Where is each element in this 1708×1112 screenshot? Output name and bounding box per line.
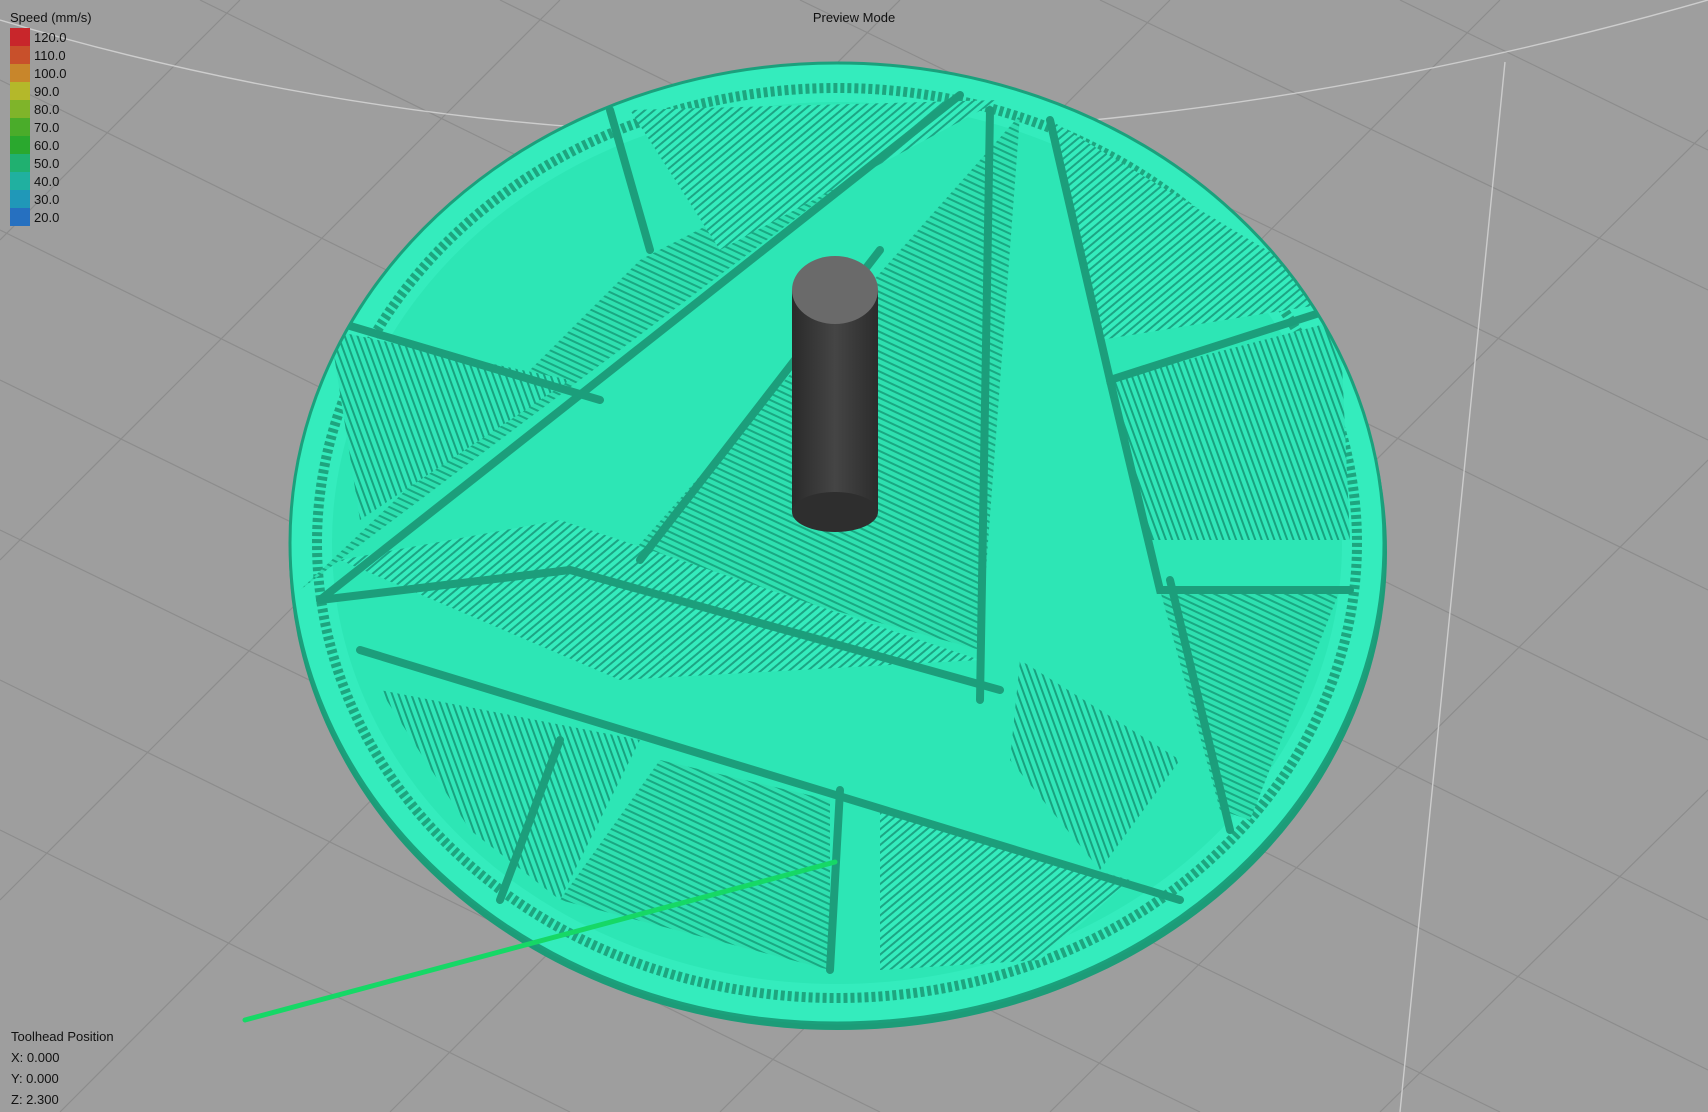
- legend-item: 90.0: [10, 82, 92, 100]
- legend-swatch: [10, 118, 30, 136]
- legend-label: 70.0: [34, 119, 60, 135]
- legend-swatch: [10, 172, 30, 190]
- legend-item: 120.0: [10, 28, 92, 46]
- legend-item: 50.0: [10, 154, 92, 172]
- legend-label: 120.0: [34, 29, 67, 45]
- legend-label: 100.0: [34, 65, 67, 81]
- toolhead-title: Toolhead Position: [11, 1029, 114, 1044]
- legend-label: 80.0: [34, 101, 60, 117]
- printed-disc: [288, 61, 1387, 1030]
- legend-list: 120.0 110.0 100.0 90.0 80.0 70.0 60.0 50.0 40.0 3…: [10, 28, 92, 226]
- legend-label: 60.0: [34, 137, 60, 153]
- legend-swatch: [10, 82, 30, 100]
- legend-item: 100.0: [10, 64, 92, 82]
- legend-label: 40.0: [34, 173, 60, 189]
- support-pin: [792, 256, 878, 532]
- speed-legend: Speed (mm/s) 120.0 110.0 100.0 90.0 80.0 70.0…: [10, 10, 92, 226]
- legend-item: 110.0: [10, 46, 92, 64]
- toolhead-x: X: 0.000: [11, 1050, 60, 1065]
- legend-swatch: [10, 136, 30, 154]
- legend-swatch: [10, 154, 30, 172]
- legend-swatch: [10, 190, 30, 208]
- legend-swatch: [10, 208, 30, 226]
- legend-item: 20.0: [10, 208, 92, 226]
- toolhead-z: Z: 2.300: [11, 1092, 59, 1107]
- legend-label: 50.0: [34, 155, 60, 171]
- legend-title: Speed (mm/s): [10, 10, 92, 25]
- legend-item: 60.0: [10, 136, 92, 154]
- toolhead-position-panel: Toolhead Position X: 0.000 Y: 0.000 Z: 2…: [11, 1026, 114, 1110]
- legend-swatch: [10, 64, 30, 82]
- legend-item: 30.0: [10, 190, 92, 208]
- toolhead-y: Y: 0.000: [11, 1071, 59, 1086]
- legend-label: 110.0: [34, 47, 66, 63]
- legend-item: 80.0: [10, 100, 92, 118]
- legend-item: 40.0: [10, 172, 92, 190]
- legend-label: 20.0: [34, 209, 60, 225]
- legend-label: 30.0: [34, 191, 60, 207]
- legend-label: 90.0: [34, 83, 60, 99]
- legend-item: 70.0: [10, 118, 92, 136]
- legend-swatch: [10, 46, 30, 64]
- 3d-preview-viewport[interactable]: [0, 0, 1708, 1112]
- preview-mode-title: Preview Mode: [812, 10, 896, 25]
- legend-swatch: [10, 100, 30, 118]
- legend-swatch: [10, 28, 30, 46]
